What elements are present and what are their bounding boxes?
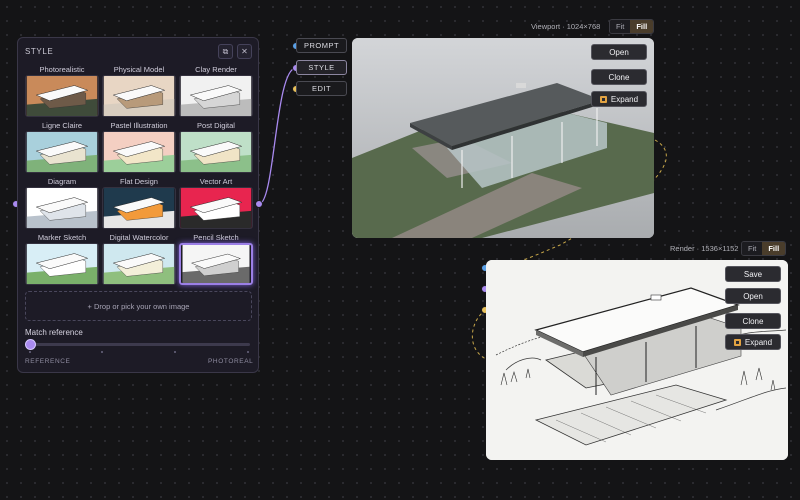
style-tile-label: Vector Art xyxy=(199,177,233,186)
viewport-canvas[interactable] xyxy=(352,38,654,238)
style-tile[interactable] xyxy=(102,131,176,173)
style-tile[interactable] xyxy=(179,131,253,173)
match-reference-label: Match reference xyxy=(25,328,83,337)
render-fit-fill-toggle: Fit Fill xyxy=(741,241,787,256)
style-thumbnail xyxy=(103,244,175,284)
style-tile-label: Pastel Illustration xyxy=(110,121,168,130)
match-slider-track[interactable] xyxy=(28,343,250,346)
style-thumbnail xyxy=(26,76,98,116)
style-thumbnail xyxy=(103,76,175,116)
render-open-button[interactable]: Open xyxy=(725,288,781,304)
viewport-expand-label: Expand xyxy=(610,94,639,104)
viewport-fit-fill-toggle: Fit Fill xyxy=(609,19,655,34)
slider-max-label: PHOTOREAL xyxy=(208,358,254,365)
viewport-3d-model xyxy=(352,38,654,238)
close-button[interactable]: ✕ xyxy=(237,44,252,59)
slider-tick xyxy=(101,351,103,353)
style-tile[interactable] xyxy=(179,243,253,285)
style-tile-label: Flat Design xyxy=(120,177,158,186)
style-tile[interactable] xyxy=(179,187,253,229)
style-thumbnail xyxy=(26,132,98,172)
edit-node[interactable]: EDIT xyxy=(296,81,347,96)
style-thumbnail xyxy=(26,244,98,284)
viewport-clone-button[interactable]: Clone xyxy=(591,69,647,85)
copy-icon: ⧉ xyxy=(222,46,229,56)
slider-tick xyxy=(29,351,31,353)
render-fit-option[interactable]: Fit xyxy=(742,242,763,255)
viewport-header: Viewport · 1024×768 xyxy=(531,22,601,31)
render-clone-button[interactable]: Clone xyxy=(725,313,781,329)
slider-tick xyxy=(247,351,249,353)
viewport-fill-option[interactable]: Fill xyxy=(630,20,654,33)
style-tile[interactable] xyxy=(102,75,176,117)
style-tile[interactable] xyxy=(25,131,99,173)
render-expand-button[interactable]: Expand xyxy=(725,334,781,350)
render-expand-label: Expand xyxy=(744,337,773,347)
style-tile-label: Digital Watercolor xyxy=(109,233,169,242)
viewport-fit-option[interactable]: Fit xyxy=(610,20,631,33)
render-fill-option[interactable]: Fill xyxy=(762,242,786,255)
slider-tick xyxy=(174,351,176,353)
expand-icon xyxy=(733,338,741,346)
panel-title: STYLE xyxy=(25,47,54,56)
style-thumbnail xyxy=(180,132,252,172)
viewport-expand-button[interactable]: Expand xyxy=(591,91,647,107)
style-tile-label: Physical Model xyxy=(113,65,165,74)
style-thumbnail xyxy=(103,132,175,172)
style-panel: STYLE ⧉ ✕ Photorealistic Physical Model Cl… xyxy=(17,37,259,373)
expand-icon xyxy=(599,95,607,103)
style-node[interactable]: STYLE xyxy=(296,60,347,75)
style-thumbnail xyxy=(103,188,175,228)
style-tile-label: Ligne Claire xyxy=(41,121,83,130)
style-tile-label: Pencil Sketch xyxy=(193,233,239,242)
style-tile-label: Photorealistic xyxy=(39,65,85,74)
style-tile[interactable] xyxy=(25,187,99,229)
style-tile-label: Clay Render xyxy=(195,65,237,74)
style-tile[interactable] xyxy=(179,75,253,117)
style-tile[interactable] xyxy=(102,243,176,285)
style-thumbnail xyxy=(180,76,252,116)
viewport-open-button[interactable]: Open xyxy=(591,44,647,60)
wire-style-to-panel xyxy=(258,67,297,205)
slider-min-label: REFERENCE xyxy=(25,358,71,365)
style-tile[interactable] xyxy=(25,75,99,117)
close-icon: ✕ xyxy=(241,47,248,56)
prompt-node[interactable]: PROMPT xyxy=(296,38,347,53)
style-tile-label: Post Digital xyxy=(197,121,235,130)
style-thumbnail xyxy=(182,245,250,283)
style-tile[interactable] xyxy=(25,243,99,285)
style-thumbnail xyxy=(180,188,252,228)
style-panel-output-port[interactable] xyxy=(255,200,263,208)
style-tile-label: Marker Sketch xyxy=(37,233,87,242)
style-thumbnail xyxy=(26,188,98,228)
copy-button[interactable]: ⧉ xyxy=(218,44,233,59)
style-tile[interactable] xyxy=(102,187,176,229)
style-tile-label: Diagram xyxy=(47,177,77,186)
render-save-button[interactable]: Save xyxy=(725,266,781,282)
match-slider-thumb[interactable] xyxy=(25,339,36,350)
drop-zone[interactable]: + Drop or pick your own image xyxy=(25,291,252,321)
render-header: Render · 1536×1152 xyxy=(670,244,739,253)
